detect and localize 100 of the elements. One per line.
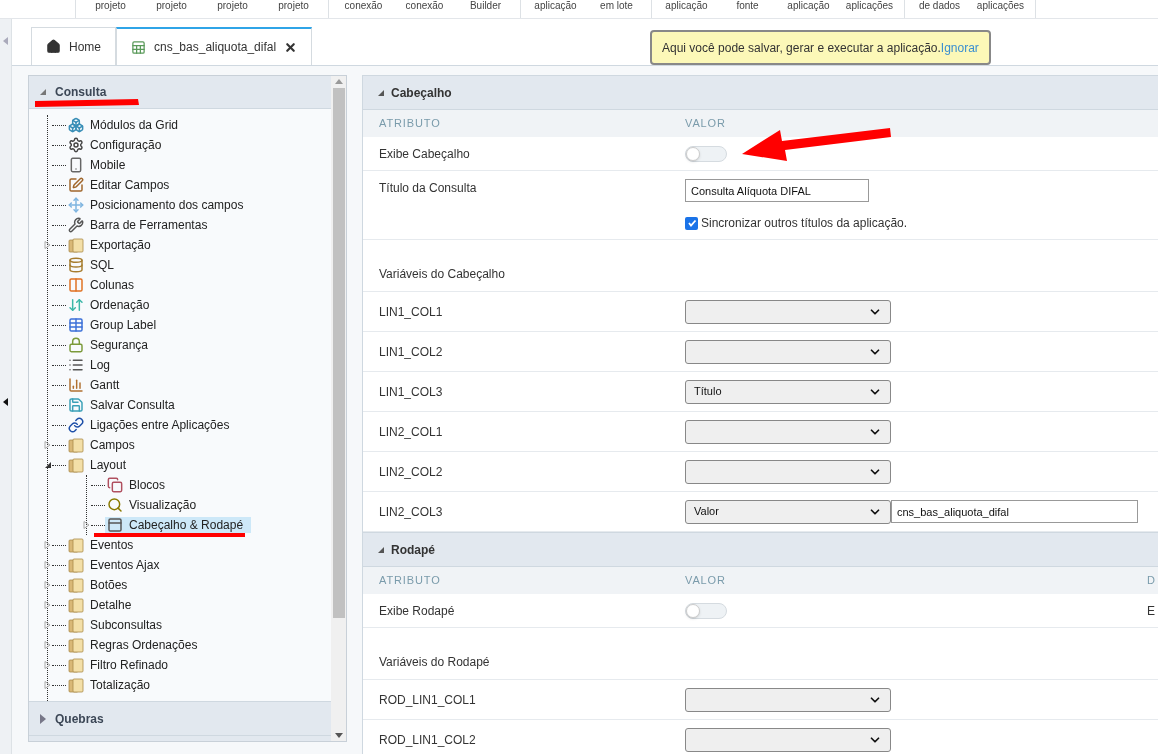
tree-item[interactable]: Configuração	[66, 137, 170, 154]
tree-item[interactable]: Editar Campos	[66, 177, 178, 194]
attribute-label: LIN1_COL2	[378, 343, 444, 361]
folder-icon	[68, 537, 84, 554]
toolbar-button[interactable]: projeto	[202, 0, 263, 18]
toolbar-button[interactable]: conexão	[333, 0, 394, 18]
toolbar-button[interactable]: aplicação	[778, 0, 839, 18]
tree-item[interactable]: Mobile	[66, 157, 134, 174]
collapse-arrow-icon[interactable]	[44, 461, 52, 470]
link-icon	[68, 417, 84, 434]
tree-item[interactable]: Campos	[66, 437, 143, 454]
arrow-left-icon[interactable]	[2, 398, 9, 406]
scroll-down-icon[interactable]	[334, 733, 343, 738]
tree-item[interactable]: Cabeçalho & Rodapé	[105, 517, 252, 534]
wrench-icon	[68, 217, 84, 234]
tree-item[interactable]: SQL	[66, 257, 122, 274]
expand-arrow-icon[interactable]	[44, 641, 52, 650]
folder-icon	[68, 657, 84, 674]
dropdown[interactable]: Título	[685, 379, 891, 404]
checkbox-label: Sincronizar outros títulos da aplicação.	[701, 215, 908, 232]
column-header: VALOR	[685, 573, 727, 589]
scrollbar[interactable]	[331, 76, 346, 741]
phone-icon	[68, 157, 84, 174]
expand-arrow-icon[interactable]	[44, 581, 52, 590]
dropdown[interactable]	[685, 299, 891, 324]
tree-item[interactable]: Layout	[66, 457, 135, 474]
expand-arrow-icon[interactable]	[83, 521, 91, 530]
attribute-label: LIN2_COL3	[378, 503, 444, 521]
expand-arrow-icon[interactable]	[44, 621, 52, 630]
expand-arrow-icon[interactable]	[44, 441, 52, 450]
section-header[interactable]: Quebras	[29, 702, 331, 737]
tree-item[interactable]: Ligações entre Aplicações	[66, 417, 238, 434]
tab[interactable]: cns_bas_aliquota_difal	[116, 27, 313, 65]
toolbar-button[interactable]: aplicações	[839, 0, 900, 18]
title-input-field[interactable]: Consulta Alíquota DIFAL	[685, 179, 869, 202]
dropdown[interactable]	[685, 727, 891, 752]
tree-item[interactable]: Log	[66, 357, 119, 374]
tree-item[interactable]: Salvar Consulta	[66, 397, 183, 414]
tree-item[interactable]: Visualização	[105, 497, 205, 514]
toolbar-button[interactable]: projeto	[263, 0, 324, 18]
folder-icon	[68, 597, 84, 614]
dropdown[interactable]	[685, 459, 891, 484]
dropdown[interactable]: Valor	[685, 499, 891, 524]
toggle-switch[interactable]	[685, 602, 727, 619]
folder-icon	[68, 637, 84, 654]
tree-item[interactable]: Posicionamento dos campos	[66, 197, 252, 214]
toolbar-button[interactable]: projeto	[141, 0, 202, 18]
toolbar-button[interactable]: aplicação	[656, 0, 717, 18]
attribute-label: Exibe Cabeçalho	[378, 145, 471, 163]
tree-item[interactable]: Blocos	[105, 477, 174, 494]
tree-item[interactable]: Gantt	[66, 377, 128, 394]
toolbar-button[interactable]: fonte	[717, 0, 778, 18]
tree-item[interactable]: Botões	[66, 577, 136, 594]
expand-arrow-icon[interactable]	[44, 661, 52, 670]
tab[interactable]: Home	[31, 27, 116, 65]
dropdown[interactable]	[685, 687, 891, 712]
tree-item[interactable]: Barra de Ferramentas	[66, 217, 216, 234]
tree-item[interactable]: Detalhe	[66, 597, 140, 614]
expand-arrow-icon[interactable]	[44, 241, 52, 250]
expand-arrow-icon[interactable]	[44, 601, 52, 610]
blocks-icon	[107, 477, 123, 494]
section-header[interactable]: Rodapé	[363, 532, 1158, 567]
tree-item[interactable]: Eventos Ajax	[66, 557, 168, 574]
folder-icon	[68, 437, 84, 454]
tooltip: Aqui você pode salvar, gerar e executar a aplicação.Ignorar	[650, 30, 991, 65]
tree-item[interactable]: Totalização	[66, 677, 159, 694]
dropdown[interactable]	[685, 339, 891, 364]
toolbar-button[interactable]: de dados	[909, 0, 970, 18]
section-header[interactable]: Consulta	[29, 76, 331, 109]
text-input-field[interactable]: cns_bas_aliquota_difal	[891, 500, 1138, 523]
lock-icon	[68, 337, 84, 354]
dropdown[interactable]	[685, 419, 891, 444]
toolbar-button[interactable]: aplicação	[525, 0, 586, 18]
expand-arrow-icon[interactable]	[44, 681, 52, 690]
tree-item[interactable]: Exportação	[66, 237, 159, 254]
checkbox[interactable]	[685, 216, 698, 230]
expand-arrow-icon[interactable]	[44, 561, 52, 570]
toolbar-button[interactable]: em lote	[586, 0, 647, 18]
toolbar-button[interactable]: projeto	[80, 0, 141, 18]
expand-arrow-icon[interactable]	[44, 541, 52, 550]
tree-item[interactable]: Subconsultas	[66, 617, 171, 634]
close-icon[interactable]	[284, 40, 298, 54]
toolbar-button[interactable]: aplicações	[970, 0, 1031, 18]
tree-item[interactable]: Ordenação	[66, 297, 158, 314]
attribute-label: Título da Consulta	[378, 180, 478, 197]
toolbar-button[interactable]: Builder	[455, 0, 516, 18]
toolbar-button[interactable]: conexão	[394, 0, 455, 18]
folder-icon	[68, 237, 84, 254]
tree-item[interactable]: Regras Ordenações	[66, 637, 206, 654]
attribute-label: ROD_LIN1_COL1	[378, 691, 477, 709]
tree-item[interactable]: Eventos	[66, 537, 142, 554]
spreadsheet-icon	[131, 39, 146, 55]
tree-item[interactable]: Segurança	[66, 337, 157, 354]
tree-item[interactable]: Filtro Refinado	[66, 657, 177, 674]
tree-item[interactable]: Colunas	[66, 277, 143, 294]
sort-icon	[68, 297, 84, 314]
tree-item[interactable]: Group Label	[66, 317, 165, 334]
section-header[interactable]: Cabeçalho	[363, 75, 1158, 110]
toggle-switch[interactable]	[685, 145, 727, 162]
tree-item[interactable]: Módulos da Grid	[66, 117, 187, 134]
